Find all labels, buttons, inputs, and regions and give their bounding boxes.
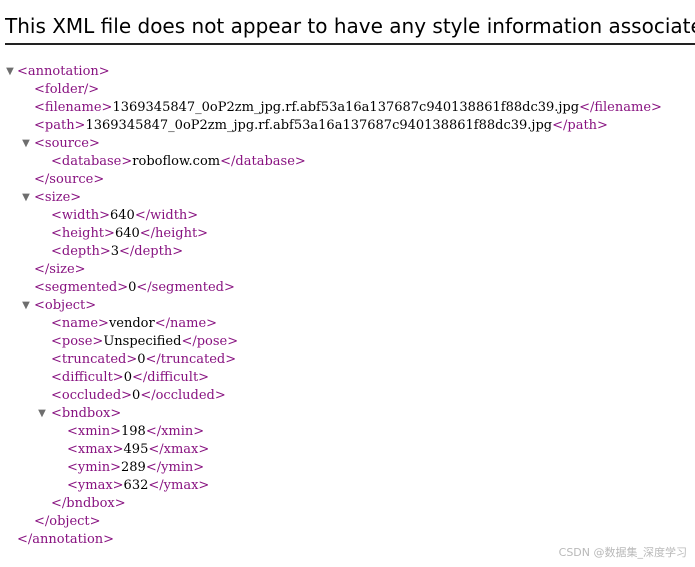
collapse-toggle-source-icon[interactable]: ▼ (21, 135, 31, 153)
tag-occluded-open: <occluded> (51, 388, 133, 403)
truncated-value: 0 (137, 352, 146, 367)
xml-line-difficult: <difficult>0</difficult> (0, 369, 695, 387)
xml-line-name: <name>vendor</name> (0, 315, 695, 333)
tag-difficult-open: <difficult> (51, 370, 124, 385)
database-value: roboflow.com (132, 154, 221, 169)
tag-path-close: </path> (552, 118, 608, 133)
difficult-value: 0 (123, 370, 132, 385)
tag-filename-open: <filename> (34, 100, 113, 115)
tag-segmented-open: <segmented> (34, 280, 129, 295)
name-value: vendor (108, 316, 155, 331)
tag-object-open: <object> (34, 298, 97, 313)
xml-line-path: <path>1369345847_0oP2zm_jpg.rf.abf53a16a… (0, 117, 695, 135)
tag-name-open: <name> (51, 316, 109, 331)
xml-no-style-message: This XML file does not appear to have an… (5, 14, 695, 38)
tag-size-close: </size> (34, 262, 86, 277)
collapse-toggle-object-icon[interactable]: ▼ (21, 297, 31, 315)
tag-width-open: <width> (51, 208, 110, 223)
tag-xmax-open: <xmax> (67, 442, 124, 457)
xml-line-folder: <folder/> (0, 81, 695, 99)
tag-name-close: </name> (154, 316, 218, 331)
tag-truncated-close: </truncated> (145, 352, 237, 367)
tag-source-open: <source> (34, 136, 100, 151)
tag-xmin-open: <xmin> (67, 424, 121, 439)
xml-line-bndbox-open: ▼ <bndbox> (0, 405, 695, 423)
tag-object-close: </object> (34, 514, 101, 529)
collapse-toggle-annotation-icon[interactable]: ▼ (5, 63, 15, 81)
xml-line-object-close: </object> (0, 513, 695, 531)
xml-line-database: <database>roboflow.com</database> (0, 153, 695, 171)
xml-line-source-close: </source> (0, 171, 695, 189)
xmin-value: 198 (120, 424, 146, 439)
tag-depth-close: </depth> (119, 244, 184, 259)
collapse-toggle-size-icon[interactable]: ▼ (21, 189, 31, 207)
tag-occluded-close: </occluded> (140, 388, 226, 403)
tag-depth-open: <depth> (51, 244, 111, 259)
tag-truncated-open: <truncated> (51, 352, 138, 367)
collapse-toggle-bndbox-icon[interactable]: ▼ (37, 405, 47, 423)
tag-pose-open: <pose> (51, 334, 104, 349)
xml-line-depth: <depth>3</depth> (0, 243, 695, 261)
tag-ymin-close: </ymin> (145, 460, 205, 475)
tag-bndbox-open: <bndbox> (51, 406, 122, 421)
tag-database-close: </database> (220, 154, 306, 169)
ymax-value: 632 (123, 478, 149, 493)
tag-database-open: <database> (51, 154, 133, 169)
width-value: 640 (110, 208, 135, 223)
height-value: 640 (114, 226, 140, 241)
xml-line-truncated: <truncated>0</truncated> (0, 351, 695, 369)
xml-line-filename: <filename>1369345847_0oP2zm_jpg.rf.abf53… (0, 99, 695, 117)
tag-segmented-close: </segmented> (136, 280, 235, 295)
tag-xmax-close: </xmax> (148, 442, 210, 457)
xml-line-ymax: <ymax>632</ymax> (0, 477, 695, 495)
xml-line-height: <height>640</height> (0, 225, 695, 243)
xml-line-object-open: ▼ <object> (0, 297, 695, 315)
xmax-value: 495 (123, 442, 149, 457)
tag-size-open: <size> (34, 190, 82, 205)
xml-line-width: <width>640</width> (0, 207, 695, 225)
ymin-value: 289 (121, 460, 146, 475)
xml-line-annotation-open: ▼ <annotation> (0, 63, 695, 81)
tag-ymin-open: <ymin> (67, 460, 121, 475)
xml-line-size-open: ▼ <size> (0, 189, 695, 207)
tag-bndbox-close: </bndbox> (51, 496, 126, 511)
tag-path-open: <path> (34, 118, 86, 133)
csdn-watermark: CSDN @数据集_深度学习 (558, 546, 687, 559)
tag-height-open: <height> (51, 226, 115, 241)
tag-filename-close: </filename> (579, 100, 662, 115)
xml-line-xmin: <xmin>198</xmin> (0, 423, 695, 441)
xml-line-source-open: ▼ <source> (0, 135, 695, 153)
header-divider (5, 43, 695, 45)
xml-line-xmax: <xmax>495</xmax> (0, 441, 695, 459)
xml-line-ymin: <ymin>289</ymin> (0, 459, 695, 477)
tag-width-close: </width> (134, 208, 199, 223)
xml-line-pose: <pose>Unspecified</pose> (0, 333, 695, 351)
filename-value: 1369345847_0oP2zm_jpg.rf.abf53a16a137687… (112, 100, 580, 115)
tag-height-close: </height> (139, 226, 209, 241)
xml-line-bndbox-close: </bndbox> (0, 495, 695, 513)
tag-ymax-close: </ymax> (148, 478, 210, 493)
tag-annotation-close: </annotation> (17, 532, 115, 547)
tag-xmin-close: </xmin> (145, 424, 205, 439)
xml-line-segmented: <segmented>0</segmented> (0, 279, 695, 297)
tag-pose-close: </pose> (181, 334, 239, 349)
tag-annotation-open: <annotation> (17, 64, 110, 79)
pose-value: Unspecified (103, 334, 182, 349)
xml-line-size-close: </size> (0, 261, 695, 279)
xml-tree: ▼ <annotation> <folder/> <filename>13693… (0, 63, 695, 549)
path-value: 1369345847_0oP2zm_jpg.rf.abf53a16a137687… (85, 118, 553, 133)
tag-folder: <folder/> (34, 82, 100, 97)
depth-value: 3 (110, 244, 119, 259)
tag-ymax-open: <ymax> (67, 478, 124, 493)
tag-difficult-close: </difficult> (131, 370, 210, 385)
tag-source-close: </source> (34, 172, 105, 187)
xml-line-occluded: <occluded>0</occluded> (0, 387, 695, 405)
